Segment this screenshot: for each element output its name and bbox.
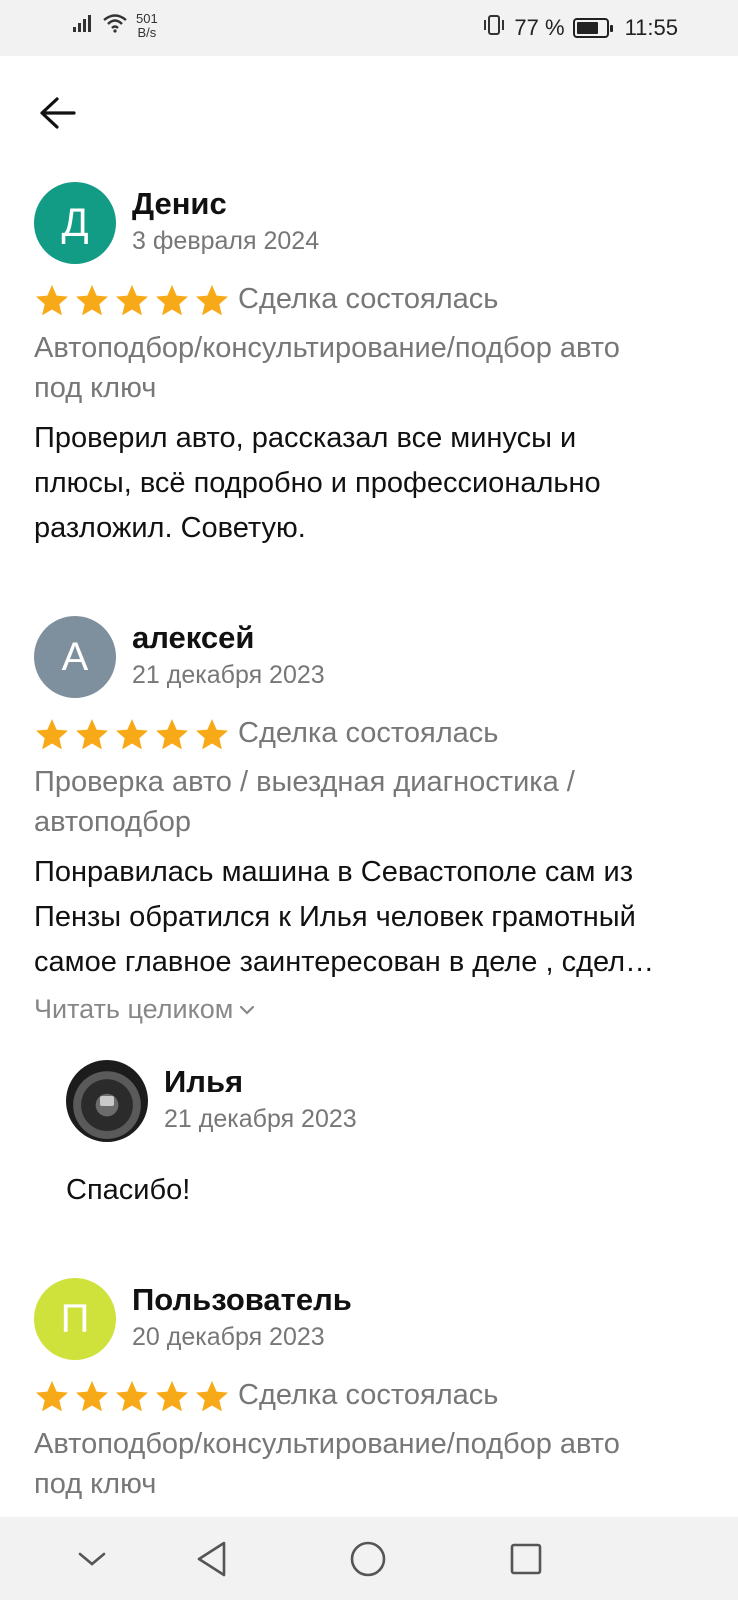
star-icon xyxy=(116,719,148,750)
star-icon xyxy=(196,1381,228,1412)
star-icon xyxy=(156,719,188,750)
category-line: под ключ xyxy=(34,372,157,404)
speed-unit: B/s xyxy=(137,25,157,40)
category-line: Проверка авто / выездная диагностика / xyxy=(34,766,575,798)
star-icon xyxy=(36,285,68,316)
wifi-icon xyxy=(102,13,128,39)
vibrate-icon xyxy=(482,14,506,42)
text-line: плюсы, всё подробно и профессионально xyxy=(34,467,601,499)
chevron-down-icon xyxy=(240,1005,255,1015)
star-icon xyxy=(116,285,148,316)
category-line: Автоподбор/консультирование/подбор авто xyxy=(34,1428,620,1460)
rating-stars xyxy=(34,283,230,319)
text-line: Понравилась машина в Севастополе сам из xyxy=(34,856,634,888)
read-more-link[interactable]: Читать целиком xyxy=(34,994,255,1025)
back-arrow-icon xyxy=(40,97,76,129)
deal-status: Сделка состоялась xyxy=(238,717,499,749)
avatar-initial: Д xyxy=(61,200,89,245)
status-right: 77 % 11:55 xyxy=(482,14,678,42)
network-speed: 501 B/s xyxy=(136,12,158,40)
star-icon xyxy=(156,1381,188,1412)
reply-text: Спасибо! xyxy=(66,1174,191,1206)
service-category: Автоподбор/консультирование/подбор авто … xyxy=(34,328,714,408)
star-icon xyxy=(196,285,228,316)
battery-percent: 77 % xyxy=(514,15,565,40)
reply-author-name: Илья xyxy=(164,1064,244,1099)
owner-reply: Илья 21 декабря 2023 Спасибо! xyxy=(66,1060,706,1220)
clock: 11:55 xyxy=(624,15,678,40)
status-bar: 501 B/s 77 % 11:55 xyxy=(0,0,738,56)
home-circle-icon xyxy=(350,1541,386,1577)
star-icon xyxy=(36,719,68,750)
hide-nav-button[interactable] xyxy=(68,1535,116,1583)
read-more-label: Читать целиком xyxy=(34,994,234,1024)
rating-stars xyxy=(34,1379,230,1415)
star-icon xyxy=(156,285,188,316)
nav-back-button[interactable] xyxy=(188,1535,236,1583)
star-icon xyxy=(116,1381,148,1412)
back-button[interactable] xyxy=(34,90,80,136)
avatar-initial: П xyxy=(60,1296,90,1341)
status-left: 501 B/s xyxy=(72,12,158,40)
text-line: разложил. Советую. xyxy=(34,512,306,544)
deal-status: Сделка состоялась xyxy=(238,283,499,315)
author-name: алексей xyxy=(132,620,255,655)
recents-square-icon xyxy=(510,1543,542,1575)
category-line: автоподбор xyxy=(34,806,191,838)
star-icon xyxy=(36,1381,68,1412)
rating-stars xyxy=(34,717,230,753)
back-triangle-icon xyxy=(197,1541,226,1577)
battery-icon xyxy=(572,18,613,38)
category-line: Автоподбор/консультирование/подбор авто xyxy=(34,332,620,364)
system-nav-bar xyxy=(0,1517,738,1600)
battery-fill xyxy=(576,22,599,34)
avatar: Д xyxy=(34,182,116,264)
avatar: А xyxy=(34,616,116,698)
star-icon xyxy=(76,285,108,316)
author-name: Денис xyxy=(132,186,227,221)
reply-date: 21 декабря 2023 xyxy=(164,1105,357,1133)
text-line: самое главное заинтересован в деле , сде… xyxy=(34,946,655,978)
service-category: Автоподбор/консультирование/подбор авто … xyxy=(34,1424,714,1504)
review-text: Понравилась машина в Севастополе сам из … xyxy=(34,850,714,985)
avatar-initial: А xyxy=(61,634,89,679)
nav-home-button[interactable] xyxy=(344,1535,392,1583)
text-line: Проверил авто, рассказал все минусы и xyxy=(34,422,577,454)
review-date: 20 декабря 2023 xyxy=(132,1323,325,1351)
chevron-down-icon xyxy=(78,1552,106,1566)
author-name: Пользователь xyxy=(132,1282,352,1317)
signal-icon xyxy=(72,13,94,39)
service-category: Проверка авто / выездная диагностика / а… xyxy=(34,762,714,842)
star-icon xyxy=(76,1381,108,1412)
avatar: П xyxy=(34,1278,116,1360)
review-date: 21 декабря 2023 xyxy=(132,661,325,689)
star-icon xyxy=(196,719,228,750)
star-icon xyxy=(76,719,108,750)
category-line: под ключ xyxy=(34,1468,157,1500)
review-text: Проверил авто, рассказал все минусы и пл… xyxy=(34,416,714,551)
text-line: Пензы обратился к Илья человек грамотный xyxy=(34,901,636,933)
review-date: 3 февраля 2024 xyxy=(132,227,320,255)
speed-value: 501 xyxy=(136,11,158,26)
reply-avatar xyxy=(66,1060,148,1142)
deal-status: Сделка состоялась xyxy=(238,1379,499,1411)
nav-recents-button[interactable] xyxy=(502,1535,550,1583)
